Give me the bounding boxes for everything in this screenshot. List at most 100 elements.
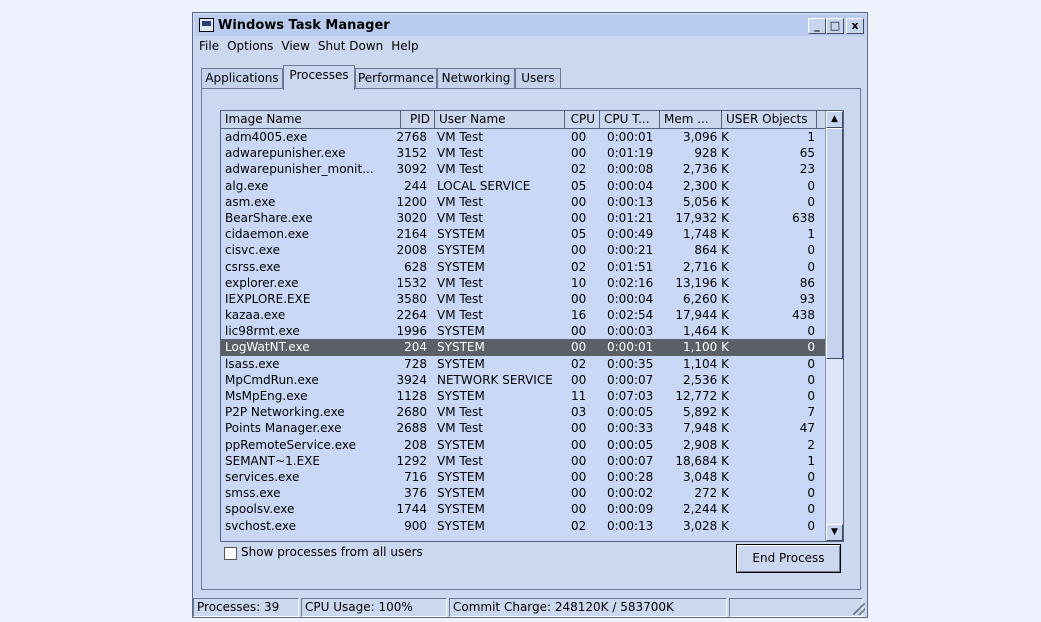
- column-pid[interactable]: PID: [401, 111, 435, 128]
- tab-performance[interactable]: Performance: [355, 68, 437, 89]
- process-row[interactable]: lsass.exe 728 SYSTEM 02 0:00:35 1,104 K 0: [221, 356, 825, 372]
- process-user-objects: 0: [807, 502, 815, 517]
- title-bar[interactable]: Windows Task Manager _ □ x: [195, 15, 865, 36]
- process-user: SYSTEM: [437, 340, 485, 355]
- process-cpu-time: 0:00:13: [607, 518, 654, 533]
- process-mem: 864 K: [694, 243, 729, 258]
- process-row[interactable]: P2P Networking.exe 2680 VM Test 03 0:00:05 5,…: [221, 404, 825, 420]
- process-cpu: 00: [571, 146, 587, 161]
- process-row[interactable]: Points Manager.exe 2688 VM Test 00 0:00:33 7,…: [221, 420, 825, 436]
- process-row[interactable]: MsMpEng.exe 1128 SYSTEM 11 0:07:03 12,772 K 0: [221, 388, 825, 404]
- process-row[interactable]: spoolsv.exe 1744 SYSTEM 00 0:00:09 2,244 K 0: [221, 501, 825, 517]
- status-bar: Processes: 39 CPU Usage: 100% Commit Cha…: [193, 598, 867, 617]
- end-process-button[interactable]: End Process: [736, 544, 841, 573]
- column-cpu-time[interactable]: CPU T...: [600, 111, 660, 128]
- process-row[interactable]: BearShare.exe 3020 VM Test 00 0:01:21 17,932 …: [221, 210, 825, 226]
- process-name: ppRemoteService.exe: [225, 437, 356, 452]
- status-empty-pane: [729, 598, 863, 617]
- column-user-objects[interactable]: USER Objects: [722, 111, 817, 128]
- menu-bar: File Options View Shut Down Help: [195, 37, 423, 57]
- tab-applications[interactable]: Applications: [201, 68, 283, 89]
- column-mem-usage[interactable]: Mem ...: [660, 111, 722, 128]
- process-row[interactable]: adwarepunisher.exe 3152 VM Test 00 0:01:19 92…: [221, 145, 825, 161]
- process-mem: 3,048 K: [682, 469, 729, 484]
- process-name: adm4005.exe: [225, 130, 308, 144]
- process-user-objects: 0: [807, 356, 815, 371]
- scroll-up-arrow-icon[interactable]: ▲: [826, 111, 843, 128]
- menu-view[interactable]: View: [277, 37, 313, 53]
- column-image-name[interactable]: Image Name: [221, 111, 401, 128]
- process-user: VM Test: [437, 146, 484, 161]
- process-row[interactable]: asm.exe 1200 VM Test 00 0:00:13 5,056 K 0: [221, 194, 825, 210]
- process-mem: 928 K: [694, 146, 729, 161]
- tab-processes[interactable]: Processes: [283, 65, 355, 90]
- menu-shut-down[interactable]: Shut Down: [314, 37, 387, 53]
- process-mem: 1,100 K: [682, 340, 729, 355]
- process-row[interactable]: adwarepunisher_monit... 3092 VM Test 02 0:00…: [221, 161, 825, 177]
- tab-users[interactable]: Users: [515, 68, 561, 89]
- process-user: SYSTEM: [437, 469, 485, 484]
- process-row[interactable]: ppRemoteService.exe 208 SYSTEM 00 0:00:05 2,9…: [221, 437, 825, 453]
- process-list[interactable]: Image Name PID User Name CPU CPU T... Me…: [220, 110, 844, 542]
- process-user-objects: 0: [807, 340, 815, 355]
- process-user: SYSTEM: [437, 243, 485, 258]
- menu-help[interactable]: Help: [387, 37, 422, 53]
- scroll-thumb[interactable]: [826, 128, 843, 359]
- process-user: LOCAL SERVICE: [437, 178, 531, 193]
- process-row[interactable]: SEMANT~1.EXE 1292 VM Test 00 0:00:07 18,684 K…: [221, 453, 825, 469]
- process-user-objects: 438: [792, 308, 815, 323]
- process-row[interactable]: lic98rmt.exe 1996 SYSTEM 00 0:00:03 1,464 K 0: [221, 323, 825, 339]
- process-mem: 7,948 K: [682, 421, 729, 436]
- process-mem: 5,892 K: [682, 405, 729, 420]
- process-pid: 3580: [396, 291, 427, 306]
- process-cpu: 00: [571, 210, 587, 225]
- process-row[interactable]: cidaemon.exe 2164 SYSTEM 05 0:00:49 1,748 K 1: [221, 226, 825, 242]
- process-user-objects: 0: [807, 324, 815, 339]
- process-row[interactable]: IEXPLORE.EXE 3580 VM Test 00 0:00:04 6,260 K 9…: [221, 291, 825, 307]
- process-mem: 13,196 K: [675, 275, 729, 290]
- close-button[interactable]: x: [846, 18, 864, 34]
- process-row[interactable]: MpCmdRun.exe 3924 NETWORK SERVICE 00 0:00:07…: [221, 372, 825, 388]
- process-row[interactable]: services.exe 716 SYSTEM 00 0:00:28 3,048 K 0: [221, 469, 825, 485]
- minimize-button[interactable]: _: [808, 18, 826, 34]
- process-name: MpCmdRun.exe: [225, 372, 319, 387]
- process-row[interactable]: svchost.exe 900 SYSTEM 02 0:00:13 3,028 K 0: [221, 518, 825, 534]
- process-mem: 1,748 K: [682, 227, 729, 242]
- process-cpu: 05: [571, 178, 587, 193]
- process-mem: 12,772 K: [675, 389, 729, 403]
- process-user: VM Test: [437, 308, 484, 323]
- menu-options[interactable]: Options: [223, 37, 277, 53]
- process-row[interactable]: cisvc.exe 2008 SYSTEM 00 0:00:21 864 K 0: [221, 242, 825, 258]
- process-row[interactable]: csrss.exe 628 SYSTEM 02 0:01:51 2,716 K 0: [221, 259, 825, 275]
- scroll-down-arrow-icon[interactable]: ▼: [826, 524, 843, 541]
- process-row[interactable]: LogWatNT.exe 204 SYSTEM 00 0:00:01 1,100 K 0: [221, 339, 825, 356]
- vertical-scrollbar[interactable]: ▲ ▼: [825, 111, 843, 541]
- process-pid: 2164: [396, 227, 427, 242]
- process-user: SYSTEM: [437, 227, 485, 242]
- process-user: VM Test: [437, 210, 484, 225]
- process-user: VM Test: [437, 421, 484, 436]
- tab-networking[interactable]: Networking: [437, 68, 515, 89]
- process-user-objects: 0: [807, 178, 815, 193]
- process-name: MsMpEng.exe: [225, 389, 308, 403]
- process-name: spoolsv.exe: [225, 502, 295, 517]
- column-user-name[interactable]: User Name: [435, 111, 565, 128]
- process-user-objects: 86: [799, 275, 815, 290]
- maximize-button[interactable]: □: [826, 18, 844, 34]
- process-pid: 2264: [396, 308, 427, 323]
- process-pid: 204: [404, 340, 427, 355]
- process-name: services.exe: [225, 469, 300, 484]
- show-all-users-checkbox[interactable]: [224, 547, 237, 560]
- menu-file[interactable]: File: [195, 37, 223, 53]
- process-row[interactable]: adm4005.exe 2768 VM Test 00 0:00:01 3,096 K 1: [221, 129, 825, 145]
- process-cpu-time: 0:00:02: [607, 486, 654, 501]
- resize-grip-icon[interactable]: [853, 603, 865, 615]
- process-name: smss.exe: [225, 486, 281, 501]
- column-cpu[interactable]: CPU: [565, 111, 600, 128]
- process-cpu-time: 0:00:13: [607, 194, 654, 209]
- process-pid: 2768: [396, 130, 427, 144]
- process-row[interactable]: smss.exe 376 SYSTEM 00 0:00:02 272 K 0: [221, 485, 825, 501]
- process-row[interactable]: alg.exe 244 LOCAL SERVICE 05 0:00:04 2,300 K 0: [221, 178, 825, 194]
- process-row[interactable]: kazaa.exe 2264 VM Test 16 0:02:54 17,944 K 438: [221, 307, 825, 323]
- process-row[interactable]: explorer.exe 1532 VM Test 10 0:02:16 13,196 K…: [221, 275, 825, 291]
